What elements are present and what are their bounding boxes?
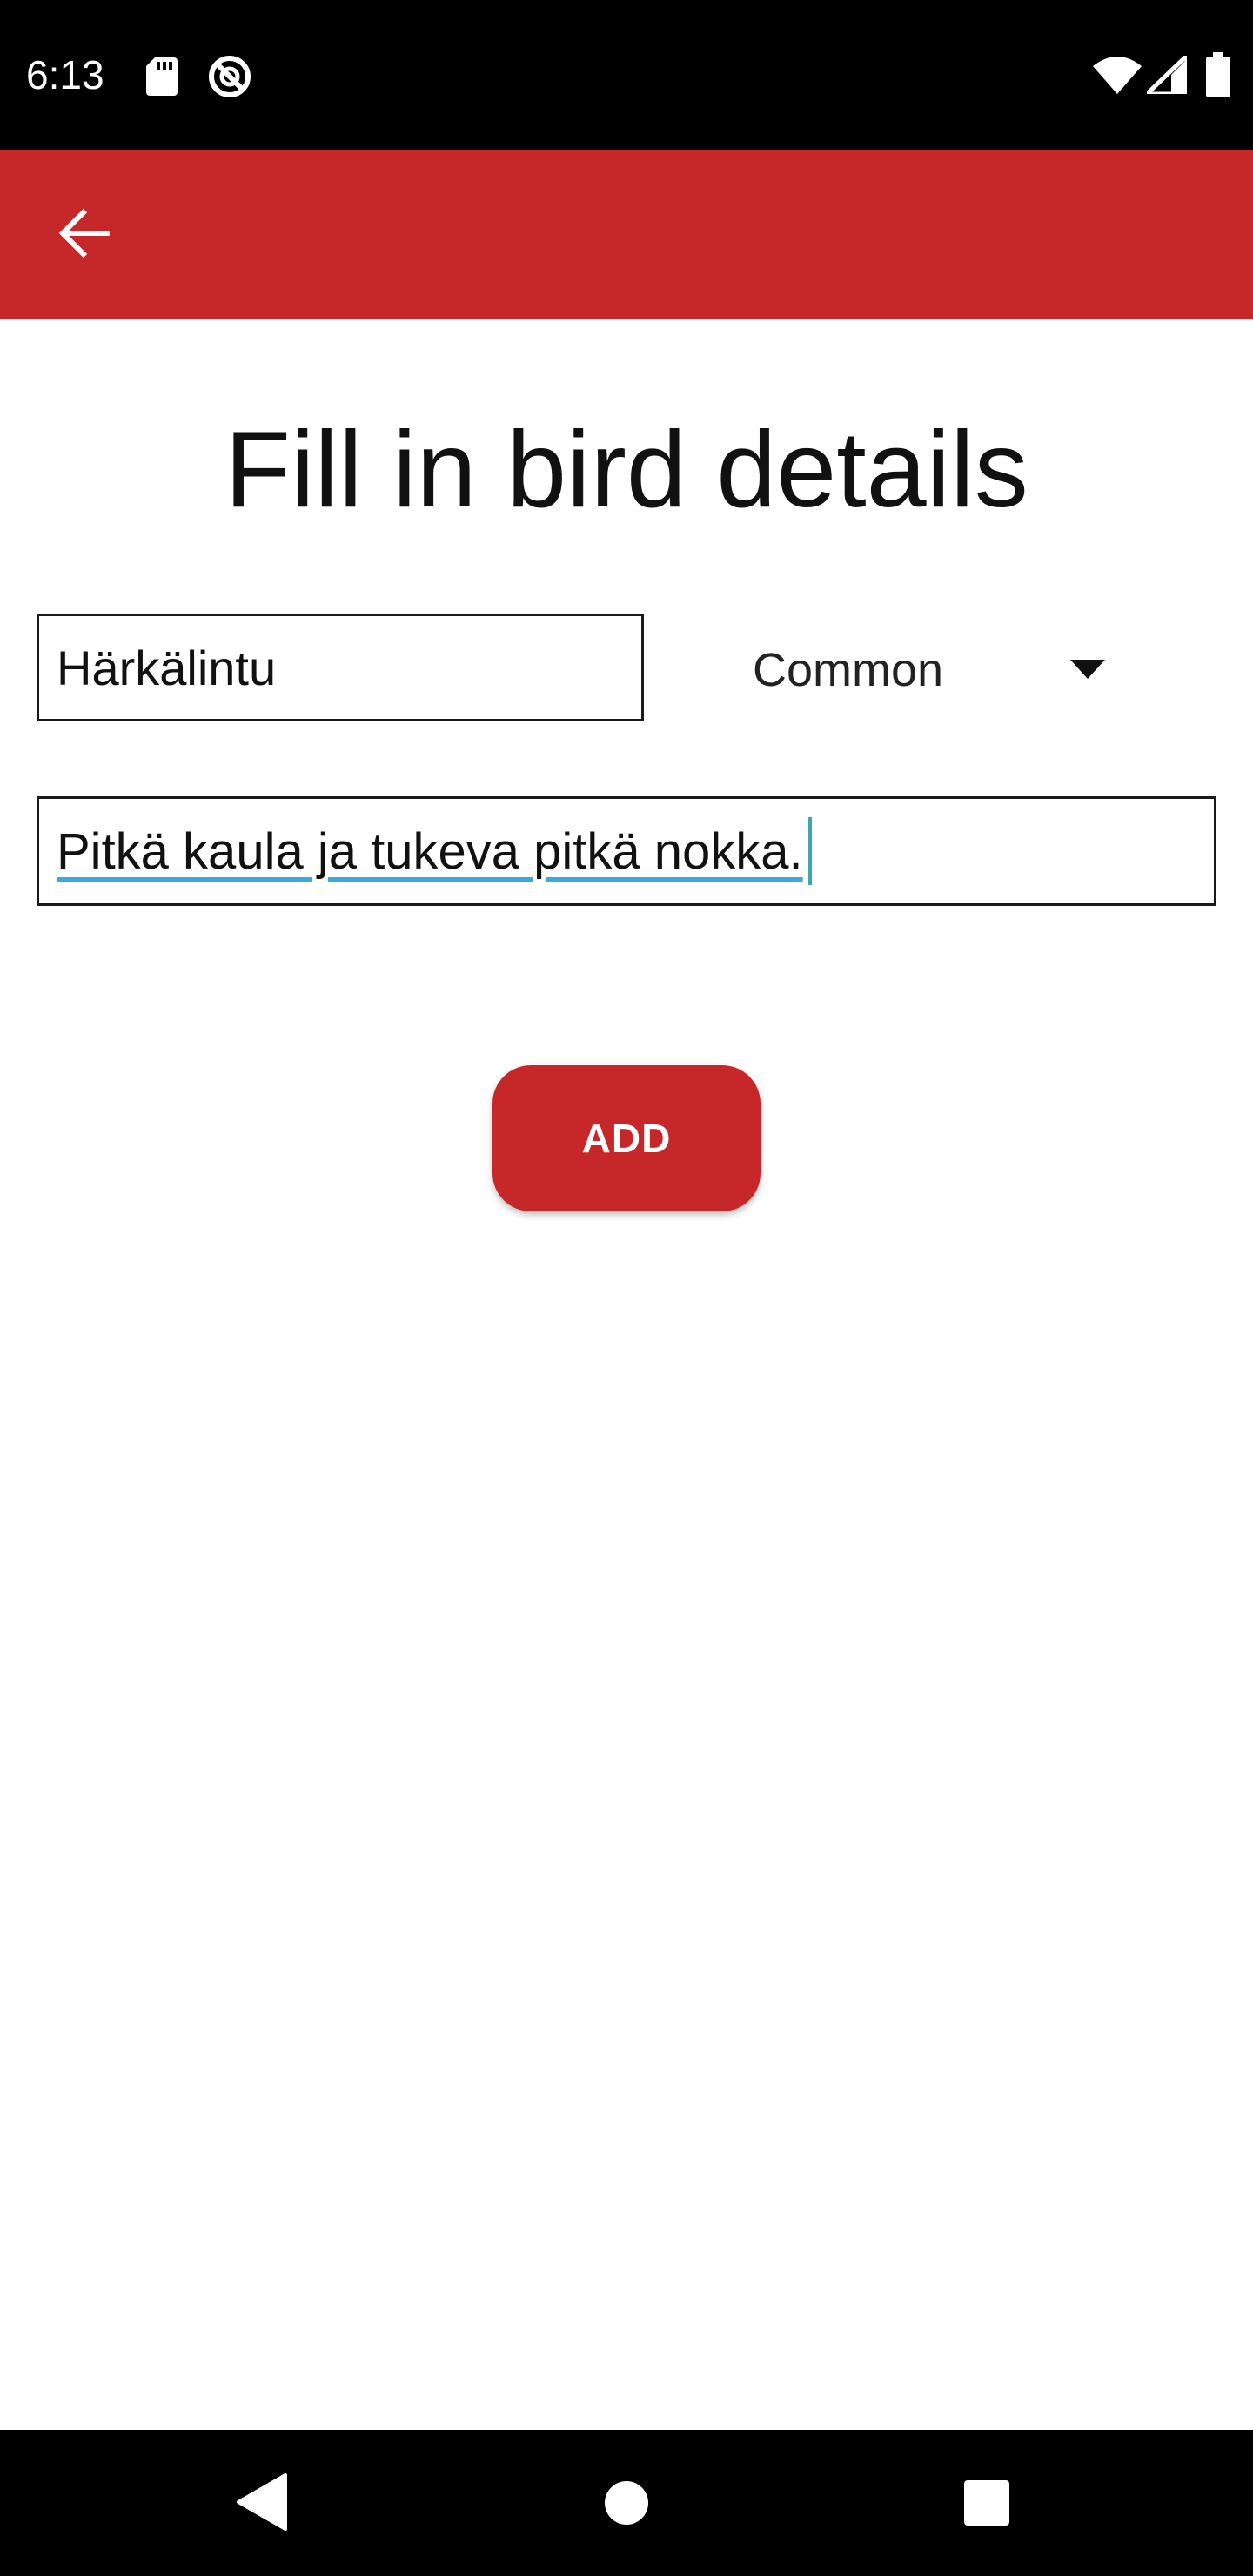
rarity-selected-value: Common bbox=[753, 644, 944, 696]
arrow-back-icon bbox=[57, 207, 113, 264]
sd-card-icon bbox=[146, 57, 178, 100]
app-bar bbox=[0, 150, 1253, 319]
nav-recents-icon[interactable] bbox=[964, 2480, 1009, 2530]
back-button[interactable] bbox=[45, 195, 125, 275]
status-bar: 6:13 bbox=[0, 0, 1253, 150]
dropdown-arrow-icon bbox=[1070, 660, 1105, 683]
nav-home-icon[interactable] bbox=[604, 2480, 649, 2530]
add-button[interactable]: ADD bbox=[492, 1065, 761, 1211]
navigation-bar bbox=[0, 2430, 1253, 2576]
nav-back-icon[interactable] bbox=[235, 2473, 287, 2535]
wifi-icon bbox=[1093, 56, 1142, 98]
screen: 6:13 Fill in bird details Härkälintu Com… bbox=[0, 0, 1253, 2576]
bird-description-input[interactable]: Pitkä kaula ja tukeva pitkä nokka. bbox=[37, 796, 1216, 906]
description-text: Pitkä kaula ja tukeva pitkä nokka. bbox=[57, 822, 803, 880]
rarity-dropdown[interactable]: Common bbox=[731, 618, 1131, 722]
status-time: 6:13 bbox=[26, 52, 104, 97]
cell-signal-icon bbox=[1144, 53, 1189, 98]
text-cursor bbox=[807, 817, 812, 885]
bird-name-input[interactable] bbox=[37, 614, 644, 721]
battery-icon bbox=[1206, 52, 1230, 102]
do-not-disturb-icon bbox=[207, 54, 252, 104]
page-title: Fill in bird details bbox=[224, 410, 1029, 530]
